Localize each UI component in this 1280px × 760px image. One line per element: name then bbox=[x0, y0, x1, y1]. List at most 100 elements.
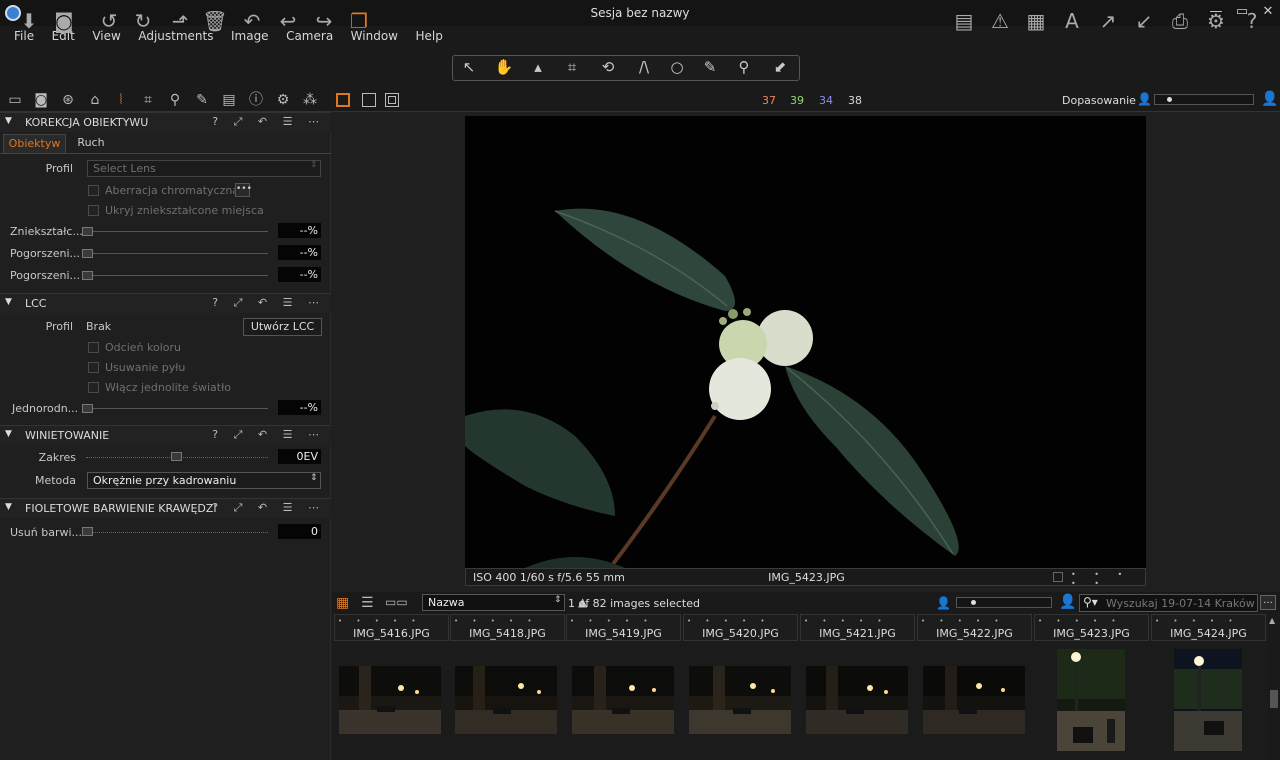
thumb-rating-dots[interactable]: • • • • • bbox=[1155, 617, 1239, 625]
dust-removal-checkbox[interactable] bbox=[88, 362, 99, 373]
amount-slider-knob[interactable] bbox=[171, 452, 182, 461]
collapse-triangle-icon[interactable]: ▼ bbox=[5, 297, 12, 307]
warning-icon[interactable]: ⚠ bbox=[985, 6, 1015, 36]
hide-distorted-checkbox[interactable] bbox=[88, 205, 99, 216]
loupe-icon[interactable]: ▴ bbox=[524, 55, 552, 79]
zoom-out-person-icon[interactable]: 👤 bbox=[1137, 92, 1152, 106]
purple-fringing-header[interactable]: ▼ FIOLETOWE BARWIENIE KRAWĘDZI ? ⤢ ↶ ☰ ⋯ bbox=[0, 498, 331, 518]
lens-profile-select[interactable]: Select Lens bbox=[87, 160, 321, 177]
thumb-size-large-icon[interactable]: 👤 bbox=[1059, 594, 1076, 610]
details-tab-icon[interactable]: ⚲ bbox=[165, 90, 185, 110]
text-annotation-icon[interactable]: A bbox=[1057, 6, 1087, 36]
section-tools-icons[interactable]: ? ⤢ ↶ ☰ ⋯ bbox=[212, 428, 325, 442]
thumb-size-knob[interactable] bbox=[971, 600, 976, 605]
thumb-rating-dots[interactable]: • • • • • bbox=[570, 617, 654, 625]
crop-icon[interactable]: ⌗ bbox=[558, 55, 586, 79]
zoom-slider-knob[interactable] bbox=[1167, 97, 1172, 102]
uniformity-slider[interactable] bbox=[82, 408, 268, 409]
chromatic-options-button[interactable]: ••• bbox=[235, 183, 252, 197]
method-select[interactable]: Okrężnie przy kadrowaniu bbox=[87, 472, 321, 489]
exposure-tab-icon[interactable]: ⌂ bbox=[85, 90, 105, 110]
viewer-layout-icon[interactable]: ▤ bbox=[949, 6, 979, 36]
reset-icon[interactable]: ↶ bbox=[237, 6, 267, 36]
tab-ruch[interactable]: Ruch bbox=[66, 134, 116, 153]
defringe-slider[interactable] bbox=[82, 532, 268, 533]
thumbnail-image[interactable] bbox=[923, 666, 1025, 734]
thumb-size-slider[interactable] bbox=[956, 597, 1052, 608]
defringe-knob[interactable] bbox=[82, 527, 93, 536]
thumbnail-image[interactable] bbox=[689, 666, 791, 734]
vignetting-header[interactable]: ▼ WINIETOWANIE ? ⤢ ↶ ☰ ⋯ bbox=[0, 425, 331, 445]
rotate-right-icon[interactable]: ↻ bbox=[128, 6, 158, 36]
batch-tab-icon[interactable]: ⁂ bbox=[300, 90, 320, 110]
distortion-value[interactable]: --% bbox=[278, 223, 321, 238]
uniformity-knob[interactable] bbox=[82, 404, 93, 413]
thumb-rating-dots[interactable]: • • • • • bbox=[338, 617, 422, 625]
search-box[interactable]: ⚲▾ Wyszukaj 19-07-14 Kraków ( bbox=[1079, 594, 1258, 612]
thumbnail-image[interactable] bbox=[1174, 649, 1242, 751]
zoom-slider[interactable] bbox=[1154, 94, 1254, 105]
browser-more-button[interactable]: ... bbox=[1260, 595, 1276, 610]
info-tab-icon[interactable]: ⓘ bbox=[246, 90, 266, 110]
thumb-rating-dots[interactable]: • • • • • bbox=[1038, 617, 1122, 625]
thumbnail-image[interactable] bbox=[339, 666, 441, 734]
redo-icon[interactable]: ↪ bbox=[309, 6, 339, 36]
settings-gear-icon[interactable]: ⚙ bbox=[1201, 6, 1231, 36]
thumbnail-image[interactable] bbox=[572, 666, 674, 734]
distortion-slider-knob[interactable] bbox=[82, 227, 93, 236]
section-tools-icons[interactable]: ? ⤢ ↶ ☰ ⋯ bbox=[212, 296, 325, 310]
metadata-tab-icon[interactable]: ▤ bbox=[219, 90, 239, 110]
proof-view-icon[interactable] bbox=[385, 93, 399, 107]
color-tab-icon[interactable]: ⊛ bbox=[58, 90, 78, 110]
composition-tab-icon[interactable]: ⌗ bbox=[138, 90, 158, 110]
brush-icon[interactable]: ✎ bbox=[696, 55, 724, 79]
thumb-rating-dots[interactable]: • • • • • bbox=[454, 617, 538, 625]
collapse-triangle-icon[interactable]: ▼ bbox=[5, 502, 12, 512]
undo-icon[interactable]: ↩ bbox=[273, 6, 303, 36]
rating-dots[interactable]: • • • • • bbox=[1071, 570, 1145, 588]
trash-icon[interactable]: 🗑 bbox=[200, 6, 230, 36]
color-cast-checkbox[interactable] bbox=[88, 342, 99, 353]
adjustments-tab-icon[interactable]: ✎ bbox=[192, 90, 212, 110]
collapse-triangle-icon[interactable]: ▼ bbox=[5, 116, 12, 126]
tab-obiektyw[interactable]: Obiektyw bbox=[3, 134, 66, 153]
sharpness-falloff-value[interactable]: --% bbox=[278, 245, 321, 260]
defringe-value[interactable]: 0 bbox=[278, 524, 321, 539]
single-view-icon[interactable] bbox=[362, 93, 376, 107]
print-icon[interactable]: ⎙ bbox=[1165, 6, 1195, 36]
import-arrow-icon[interactable]: ↙ bbox=[1129, 6, 1159, 36]
sharpness-falloff-knob[interactable] bbox=[82, 249, 93, 258]
import-icon[interactable]: ⬇ bbox=[14, 6, 44, 36]
thumbnail-image[interactable] bbox=[806, 666, 908, 734]
thumb-rating-dots[interactable]: • • • • • bbox=[804, 617, 888, 625]
light-falloff-slider[interactable] bbox=[82, 275, 268, 276]
search-icon[interactable]: ⚲▾ bbox=[1083, 595, 1098, 609]
zoom-in-person-icon[interactable]: 👤 bbox=[1261, 91, 1278, 107]
keystone-icon[interactable]: /\ bbox=[630, 55, 658, 79]
spot-removal-icon[interactable]: ○ bbox=[663, 55, 691, 79]
lens-tab-icon[interactable]: ⦚ bbox=[111, 90, 131, 110]
create-lcc-button[interactable]: Utwórz LCC bbox=[243, 318, 322, 336]
collapse-triangle-icon[interactable]: ▼ bbox=[5, 429, 12, 439]
thumbnail-image[interactable] bbox=[1057, 649, 1125, 751]
rotate-tool-icon[interactable]: ⟲ bbox=[594, 55, 622, 79]
scroll-up-icon[interactable]: ▲ bbox=[1269, 616, 1275, 625]
pan-hand-icon[interactable]: ✋ bbox=[490, 55, 518, 79]
move-to-folder-icon[interactable]: ⬏ bbox=[165, 6, 195, 36]
multi-view-icon[interactable] bbox=[336, 93, 350, 107]
picker-icon[interactable]: ⚲ bbox=[730, 55, 758, 79]
select-cursor-icon[interactable]: ↖ bbox=[455, 55, 483, 79]
photo-checkbox[interactable] bbox=[1053, 572, 1063, 582]
section-tools-icons[interactable]: ? ⤢ ↶ ☰ ⋯ bbox=[212, 115, 325, 129]
thumb-rating-dots[interactable]: • • • • • bbox=[921, 617, 1005, 625]
thumbnail-image[interactable] bbox=[455, 666, 557, 734]
grid-icon[interactable]: ▦ bbox=[1021, 6, 1051, 36]
section-tools-icons[interactable]: ? ⤢ ↶ ☰ ⋯ bbox=[212, 501, 325, 515]
lens-correction-header[interactable]: ▼ KOREKCJA OBIEKTYWU ? ⤢ ↶ ☰ ⋯ bbox=[0, 112, 331, 132]
menu-help[interactable]: Help bbox=[416, 26, 443, 43]
light-falloff-value[interactable]: --% bbox=[278, 267, 321, 282]
scrollbar-thumb[interactable] bbox=[1270, 690, 1278, 708]
light-falloff-knob[interactable] bbox=[82, 271, 93, 280]
thumb-rating-dots[interactable]: • • • • • bbox=[687, 617, 771, 625]
camera-icon[interactable]: ◙ bbox=[49, 6, 79, 36]
